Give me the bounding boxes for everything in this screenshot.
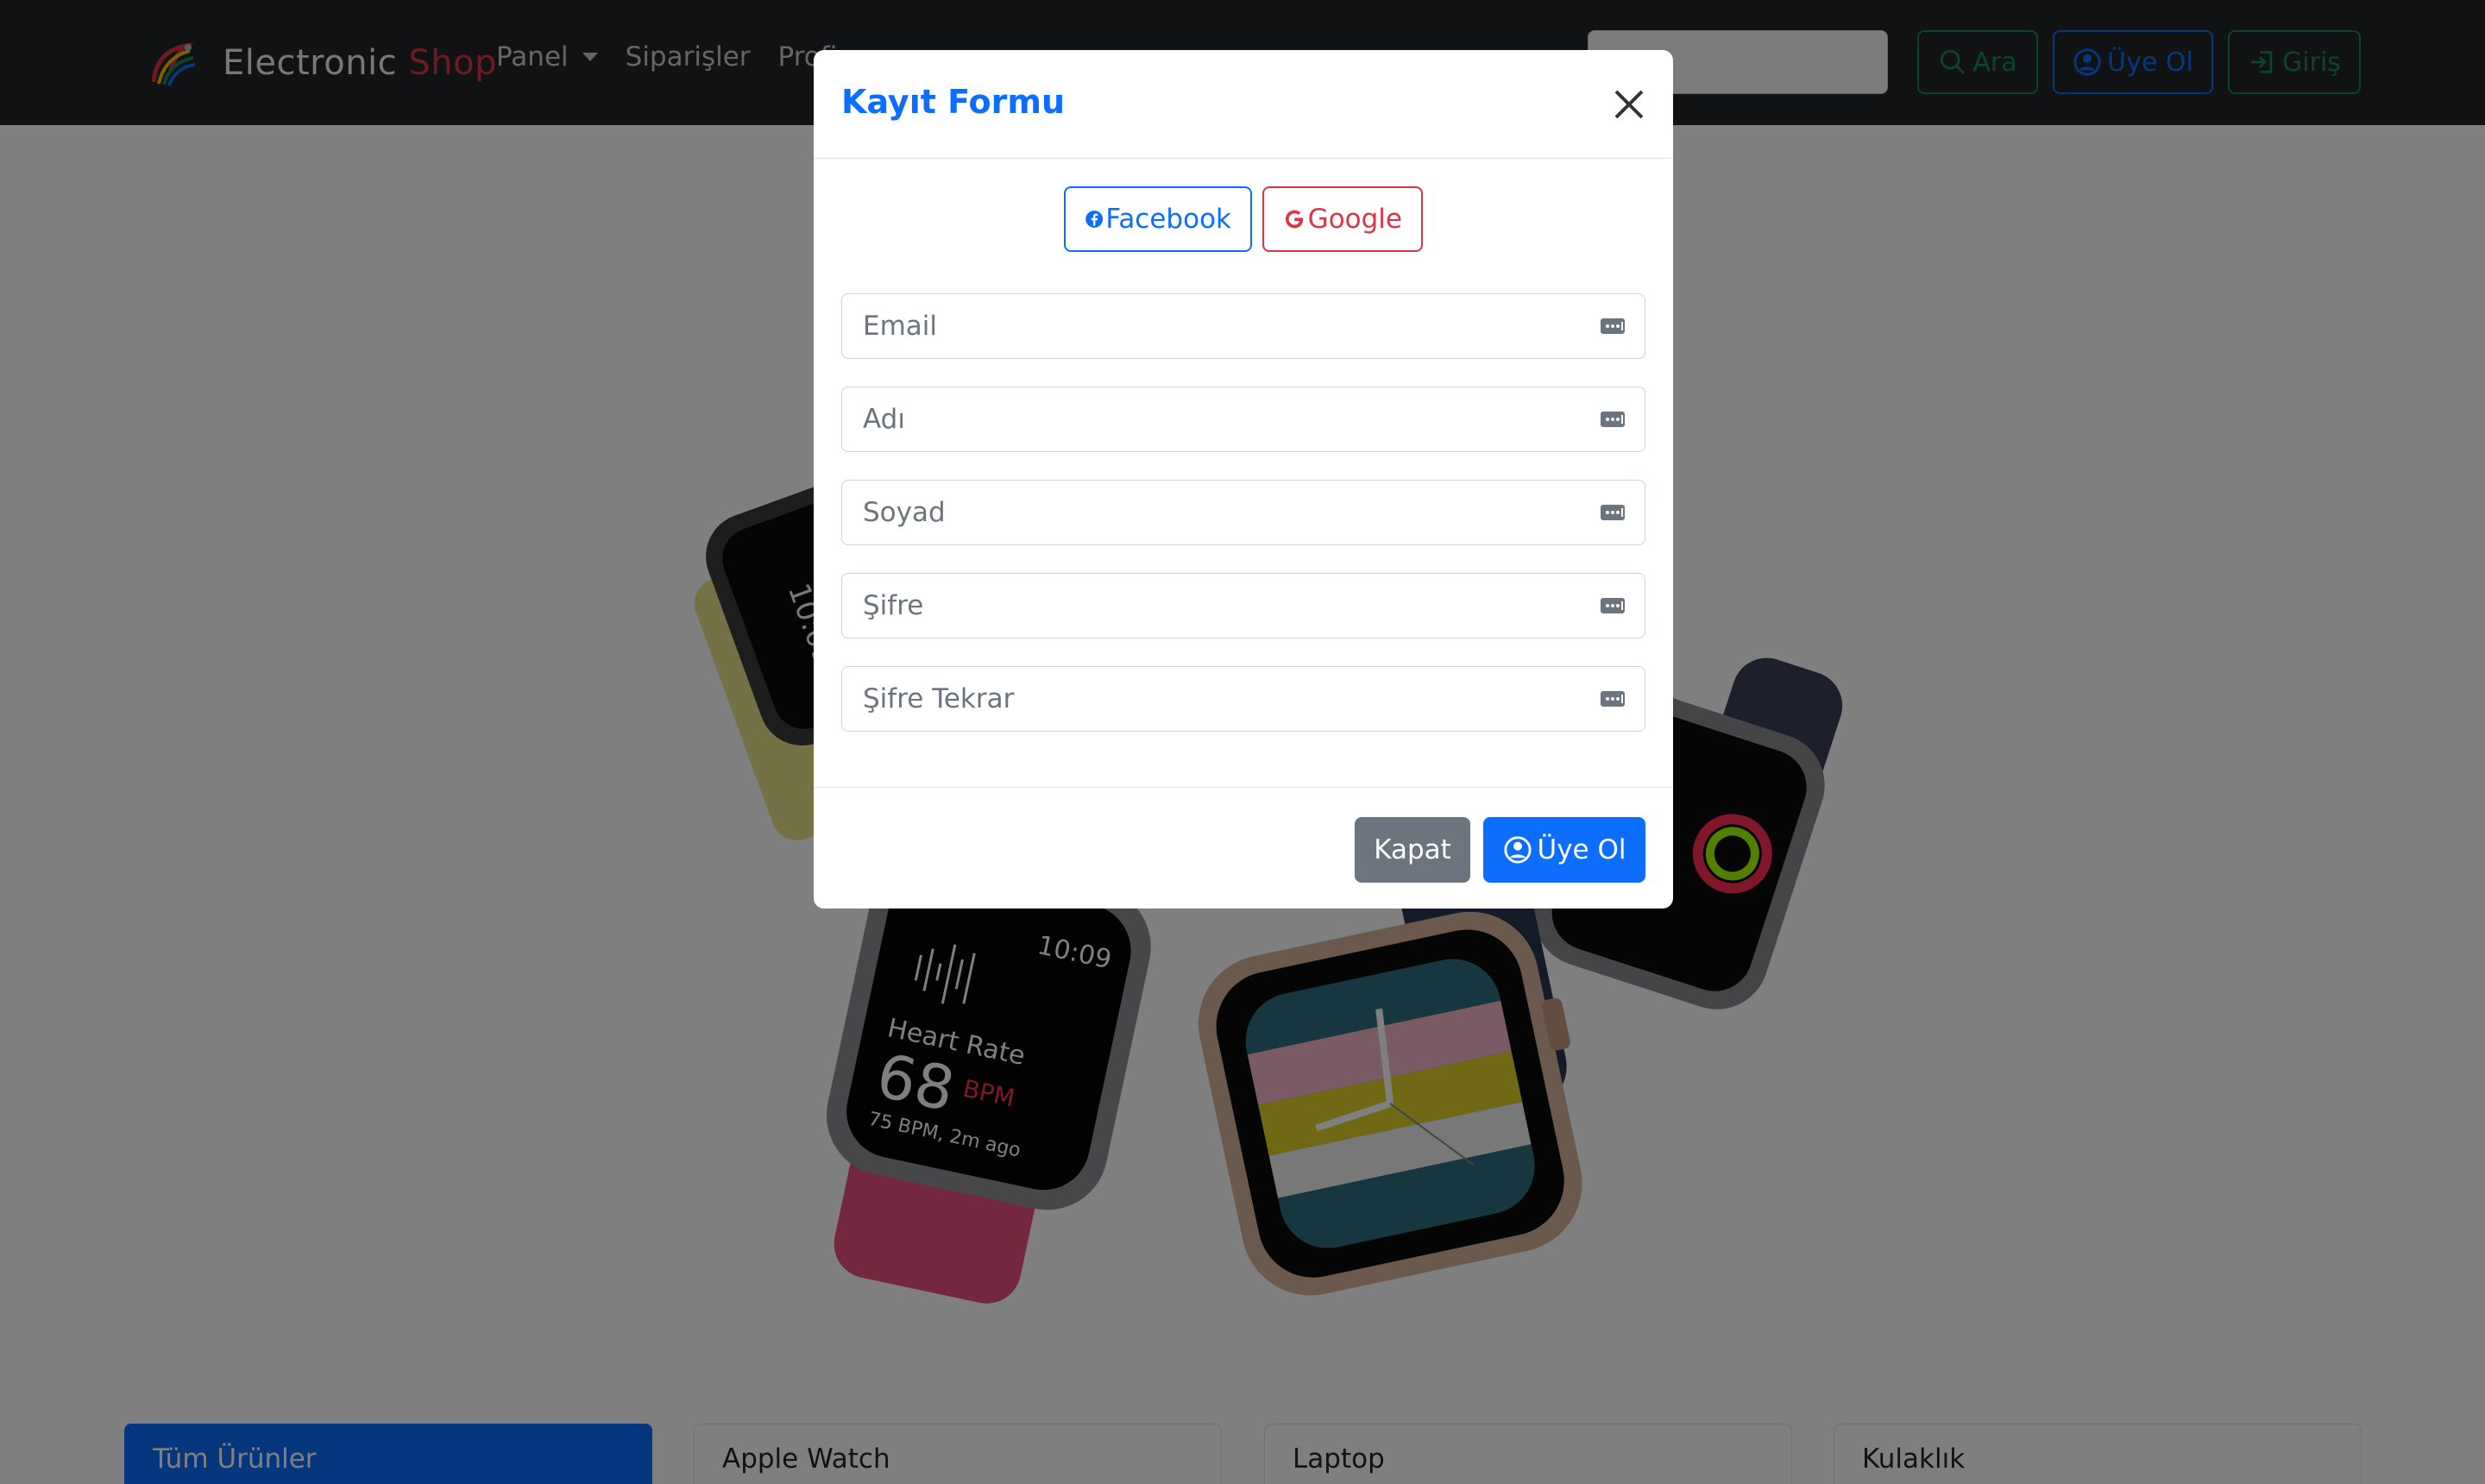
password-input[interactable] [842, 574, 1645, 638]
last-name-input[interactable] [842, 481, 1645, 544]
close-button-label: Kapat [1374, 834, 1451, 865]
first-name-field[interactable] [841, 387, 1645, 452]
submit-register-button[interactable]: Üye Ol [1483, 817, 1645, 883]
user-circle-icon [1503, 836, 1532, 864]
last-name-field[interactable] [841, 480, 1645, 545]
modal-title: Kayıt Formu [841, 83, 1066, 121]
modal-footer: Kapat Üye Ol [814, 787, 1673, 909]
password-manager-icon[interactable] [1600, 406, 1626, 432]
google-button-label: Google [1307, 204, 1402, 235]
modal-close-button[interactable] [1607, 83, 1651, 126]
email-input[interactable] [842, 294, 1645, 358]
modal-header: Kayıt Formu [814, 50, 1673, 159]
password-field[interactable] [841, 573, 1645, 638]
password-manager-icon[interactable] [1600, 686, 1626, 712]
password-manager-icon[interactable] [1600, 313, 1626, 339]
close-icon [1614, 90, 1644, 119]
google-icon [1285, 210, 1304, 229]
social-login-row: Facebook Google [814, 186, 1673, 252]
google-button[interactable]: Google [1262, 186, 1423, 252]
facebook-button-label: Facebook [1105, 204, 1231, 235]
submit-register-button-label: Üye Ol [1537, 834, 1626, 865]
password-repeat-input[interactable] [842, 667, 1645, 731]
register-modal: Kayıt Formu Facebook Google Kap [814, 50, 1673, 909]
facebook-icon [1085, 211, 1104, 228]
email-field[interactable] [841, 293, 1645, 359]
first-name-input[interactable] [842, 387, 1645, 451]
close-button[interactable]: Kapat [1355, 817, 1470, 883]
password-manager-icon[interactable] [1600, 500, 1626, 525]
facebook-button[interactable]: Facebook [1064, 186, 1252, 252]
password-repeat-field[interactable] [841, 666, 1645, 732]
password-manager-icon[interactable] [1600, 593, 1626, 619]
